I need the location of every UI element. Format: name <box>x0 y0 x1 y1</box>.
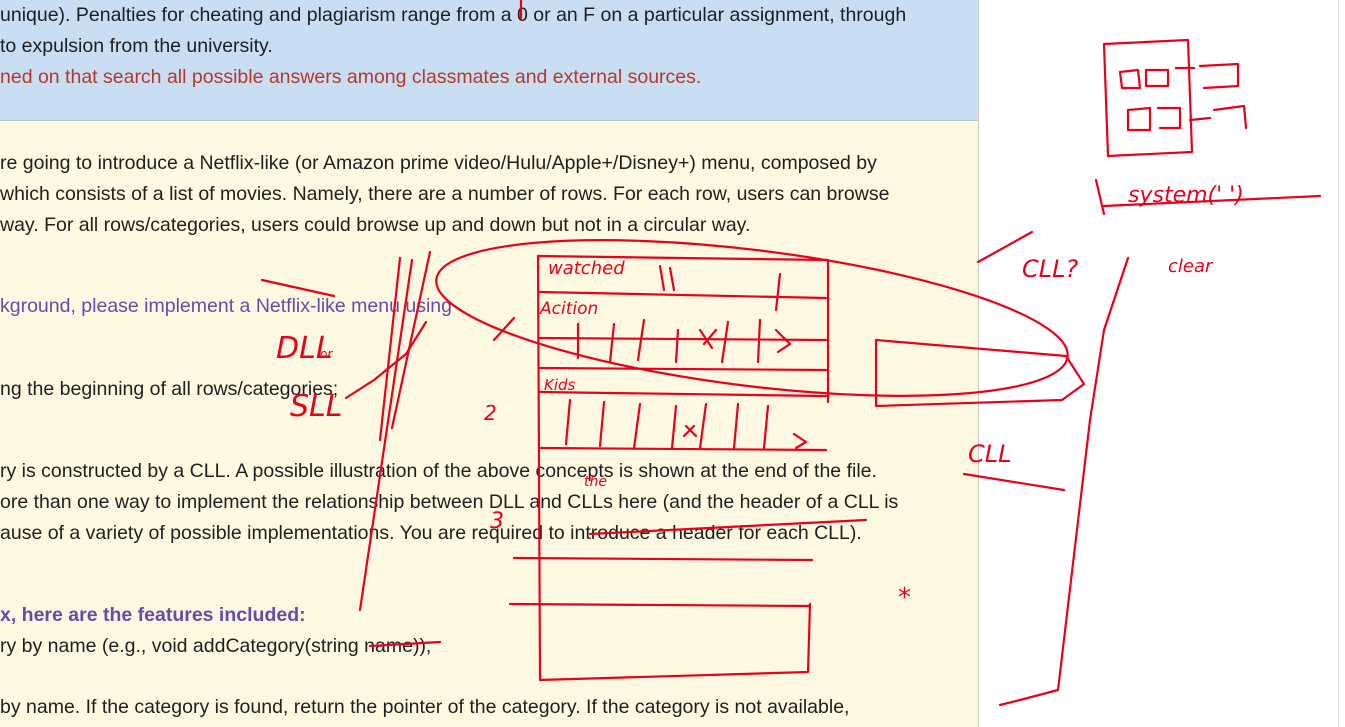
doc-line-14: by name. If the category is found, retur… <box>0 696 850 718</box>
doc-line-13: ry by name (e.g., void addCategory(strin… <box>0 635 432 657</box>
academic-integrity-box: unique). Penalties for cheating and plag… <box>0 0 978 121</box>
doc-line-5: which consists of a list of movies. Name… <box>0 183 890 205</box>
doc-line-6: way. For all rows/categories, users coul… <box>0 214 751 236</box>
doc-line-1: unique). Penalties for cheating and plag… <box>0 4 907 26</box>
doc-line-8: ng the beginning of all rows/categories; <box>0 378 339 400</box>
doc-line-11: ause of a variety of possible implementa… <box>0 522 862 544</box>
doc-line-12: x, here are the features included: <box>0 604 306 626</box>
doc-line-7: kground, please implement a Netflix-like… <box>0 295 452 317</box>
doc-line-4: re going to introduce a Netflix-like (or… <box>0 152 877 174</box>
doc-line-2: to expulsion from the university. <box>0 35 273 57</box>
doc-line-10: ore than one way to implement the relati… <box>0 491 899 513</box>
whiteboard-area[interactable] <box>979 0 1345 727</box>
document-viewer: unique). Penalties for cheating and plag… <box>0 0 979 727</box>
doc-line-9: ry is constructed by a CLL. A possible i… <box>0 460 877 482</box>
doc-line-3: ned on that search all possible answers … <box>0 66 702 88</box>
scrollbar[interactable] <box>1338 0 1345 727</box>
